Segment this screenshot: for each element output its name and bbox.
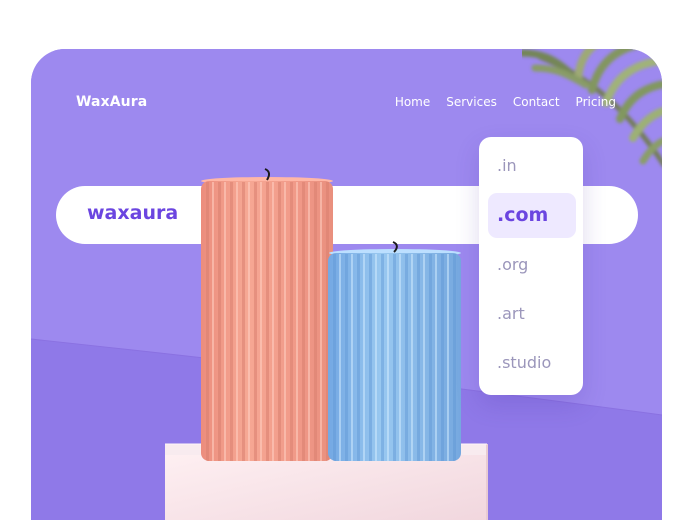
domain-option-in[interactable]: .in [488, 143, 576, 188]
nav-services-link[interactable]: Services [446, 95, 497, 109]
hero-card: WaxAura Home Services Contact Pricing wa… [31, 49, 662, 520]
domain-option-com-selected[interactable]: .com [488, 193, 576, 238]
domain-extension-dropdown: .in .com .org .art .studio [479, 137, 583, 395]
ribbed-candles-product-image [165, 168, 488, 520]
domain-option-art[interactable]: .art [488, 291, 576, 336]
main-menu: Home Services Contact Pricing [395, 95, 616, 109]
domain-option-org[interactable]: .org [488, 242, 576, 287]
top-navigation: WaxAura Home Services Contact Pricing [76, 94, 616, 114]
nav-pricing-link[interactable]: Pricing [576, 95, 616, 109]
brand-logo-text: WaxAura [76, 94, 148, 110]
nav-home-link[interactable]: Home [395, 95, 430, 109]
landing-page-screenshot: WaxAura Home Services Contact Pricing wa… [0, 0, 691, 520]
nav-contact-link[interactable]: Contact [513, 95, 560, 109]
domain-option-studio[interactable]: .studio [488, 340, 576, 385]
